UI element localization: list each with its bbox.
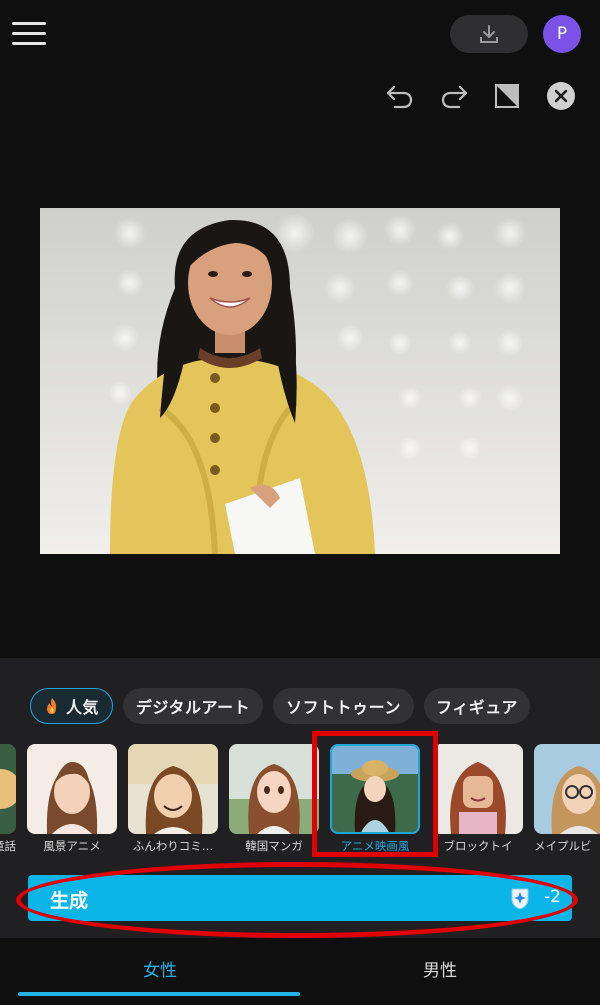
tab-label: 女性 [143, 960, 177, 981]
style-thumbnail [330, 744, 420, 834]
generate-label: 生成 [50, 890, 89, 912]
photo-preview [40, 208, 560, 554]
style-label: メイプルビ [534, 839, 592, 853]
style-card-anime-film[interactable]: アニメ映画風 [330, 744, 420, 854]
undo-icon[interactable] [384, 80, 416, 112]
category-label: フィギュア [436, 698, 518, 717]
download-icon [480, 25, 498, 43]
style-label: 風景アニメ [43, 839, 101, 853]
category-label: ソフトトゥーン [286, 698, 401, 717]
category-label: 人気 [65, 698, 99, 717]
credit-icon [511, 888, 529, 910]
style-thumbnail [128, 744, 218, 834]
tab-male[interactable]: 男性 [290, 938, 590, 998]
category-tab-soft-toon[interactable]: ソフトトゥーン [273, 688, 414, 724]
category-tab-popular[interactable]: 人気 [30, 688, 113, 724]
style-label: 童話 [0, 839, 16, 853]
style-thumbnail [0, 744, 16, 834]
fire-icon [46, 698, 57, 714]
download-button[interactable] [450, 15, 528, 53]
style-card-maple[interactable]: メイプルビ [534, 744, 600, 854]
active-tab-indicator [18, 992, 300, 996]
style-thumbnail [433, 744, 523, 834]
generate-button[interactable]: 生成 -2 [28, 875, 572, 921]
style-thumbnail [27, 744, 117, 834]
credit-cost: -2 [544, 887, 561, 907]
style-thumbnail [229, 744, 319, 834]
category-tab-digital-art[interactable]: デジタルアート [123, 688, 263, 724]
style-card-fairy-tale[interactable]: 童話 [0, 744, 16, 854]
style-card-korean-manga[interactable]: 韓国マンガ [229, 744, 319, 854]
hamburger-icon[interactable] [12, 22, 46, 46]
top-bar: P [0, 0, 600, 68]
redo-icon[interactable] [438, 80, 470, 112]
style-thumbnail [534, 744, 600, 834]
avatar[interactable]: P [543, 15, 581, 53]
style-carousel[interactable]: 童話 風景アニメ ふんわりコミ… 韓国マンガ アニメ映画風 ブロックトイ [0, 740, 600, 860]
style-card-landscape-anime[interactable]: 風景アニメ [27, 744, 117, 854]
compare-icon[interactable] [491, 80, 523, 112]
tab-female[interactable]: 女性 [10, 938, 310, 998]
close-icon[interactable] [545, 80, 577, 112]
style-label: ふんわりコミ… [132, 839, 214, 853]
style-card-fluffy-comic[interactable]: ふんわりコミ… [128, 744, 218, 854]
style-label: アニメ映画風 [340, 839, 410, 853]
category-tab-figure[interactable]: フィギュア [424, 688, 530, 724]
style-label: ブロックトイ [443, 839, 513, 853]
category-label: デジタルアート [135, 698, 251, 717]
tab-label: 男性 [423, 960, 457, 981]
style-card-block-toy[interactable]: ブロックトイ [433, 744, 523, 854]
style-label: 韓国マンガ [245, 839, 303, 853]
